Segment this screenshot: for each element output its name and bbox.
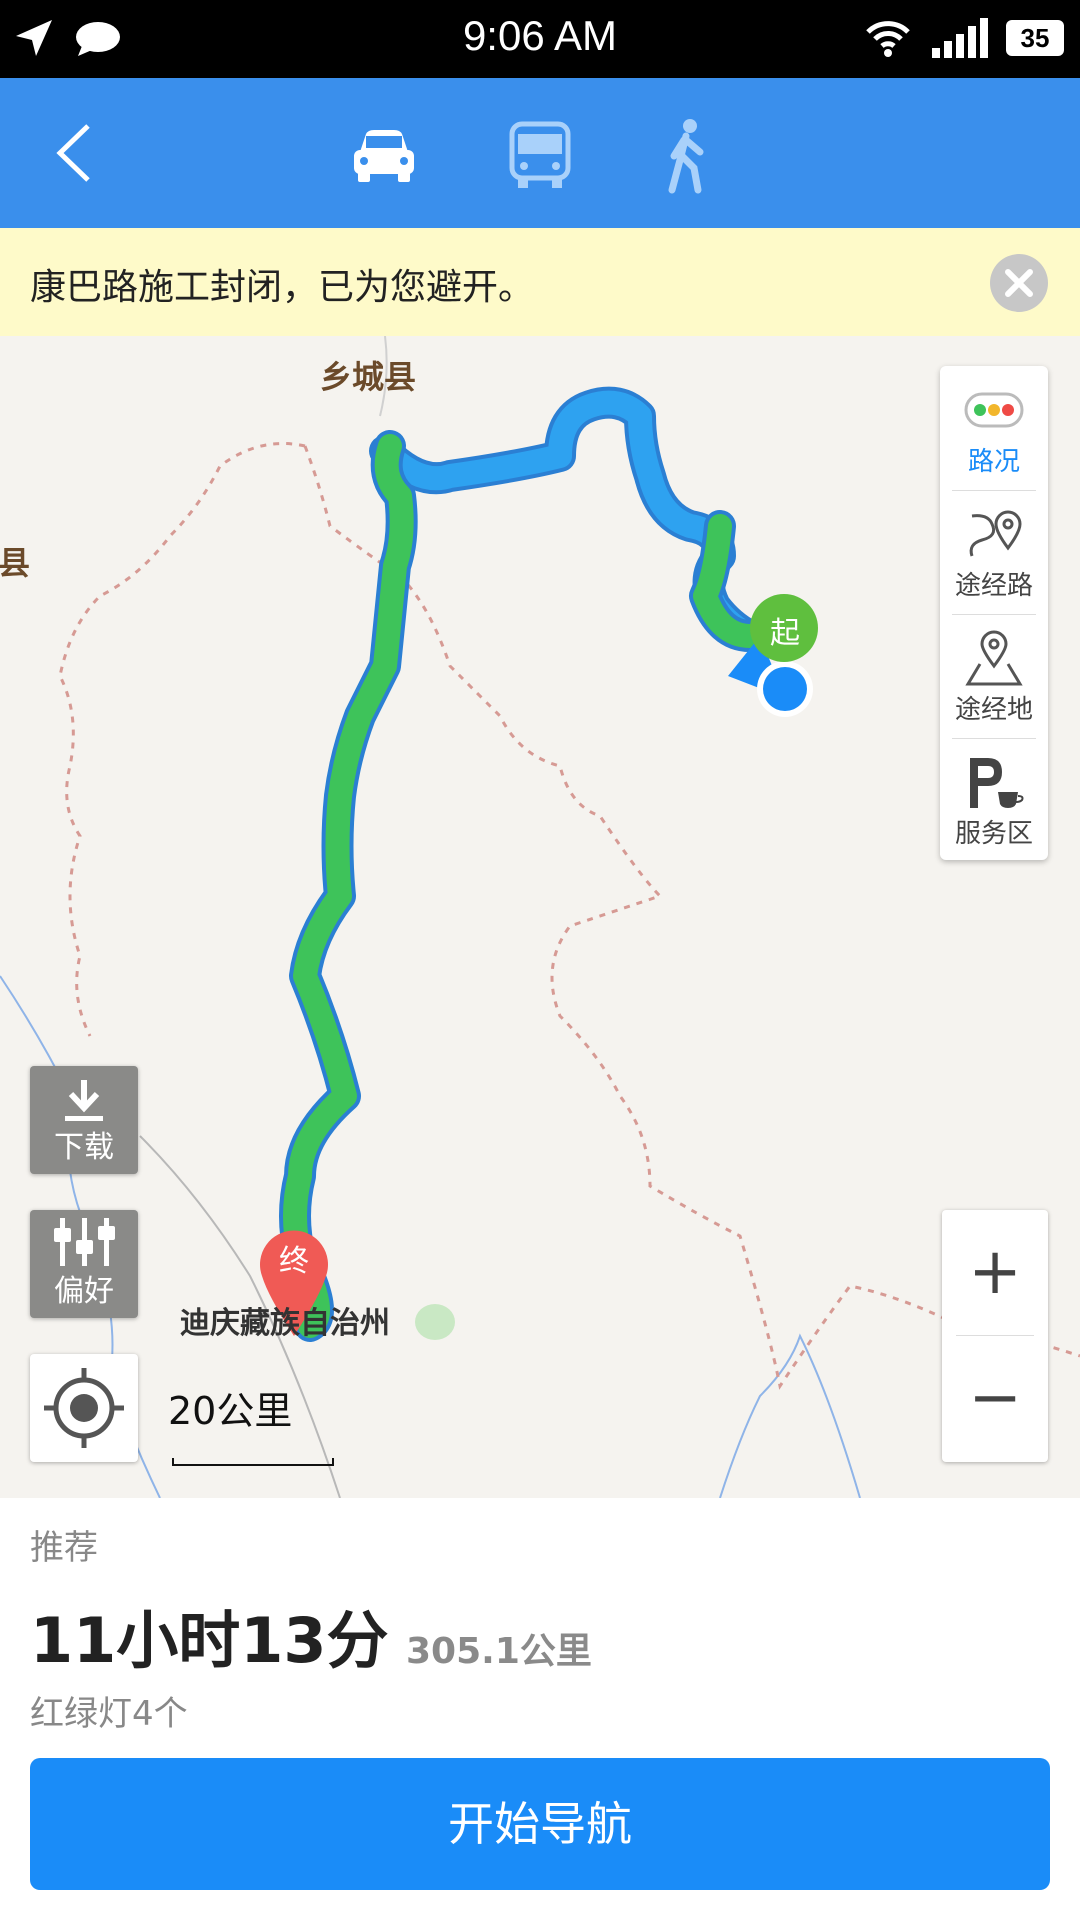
traffic-light-icon — [964, 392, 1024, 428]
via-road-label: 途经路 — [954, 571, 1033, 601]
traffic-label: 路况 — [967, 447, 1020, 477]
traffic-button[interactable]: 路况 — [940, 366, 1048, 490]
route-tag: 推荐 — [30, 1528, 98, 1568]
map-canvas[interactable] — [0, 336, 1080, 1498]
route-summary: 推荐 11小时13分 305.1公里 红绿灯4个 开始导航 — [0, 1498, 1080, 1920]
route-map[interactable]: 乡城县 县 迪庆藏族自治州 起 终 路况 途经路 途经地 服务区 下载 偏好 2… — [0, 336, 1080, 1498]
status-bar: 9:06 AM 35 — [0, 0, 1080, 78]
traffic-light-count: 红绿灯4个 — [30, 1694, 188, 1734]
via-place-button[interactable]: 途经地 — [940, 614, 1048, 738]
route-duration: 11小时13分 — [30, 1604, 389, 1677]
current-location-dot — [763, 667, 807, 711]
zoom-control: + − — [942, 1210, 1048, 1462]
via-place-icon — [965, 630, 1023, 686]
back-icon[interactable] — [50, 122, 98, 184]
download-button[interactable]: 下载 — [30, 1066, 138, 1174]
end-marker-label: 终 — [279, 1244, 309, 1279]
bus-mode-icon[interactable] — [500, 116, 580, 196]
clock: 9:06 AM — [462, 12, 618, 59]
download-label: 下载 — [54, 1130, 114, 1165]
battery-indicator: 35 — [1006, 20, 1064, 56]
service-area-label: 服务区 — [954, 819, 1033, 849]
mode-bar — [0, 78, 1080, 228]
start-navigation-button[interactable]: 开始导航 — [30, 1758, 1050, 1890]
route-distance: 305.1公里 — [406, 1631, 592, 1672]
destination-label: 迪庆藏族自治州 — [180, 1306, 390, 1341]
via-road-button[interactable]: 途经路 — [940, 490, 1048, 614]
wifi-icon — [866, 21, 910, 57]
locate-icon — [44, 1368, 124, 1448]
zoom-in-button[interactable]: + — [942, 1210, 1048, 1335]
via-place-label: 途经地 — [954, 695, 1033, 725]
service-area-icon — [970, 758, 1024, 808]
signal-icon — [932, 18, 988, 58]
route-options-panel: 路况 途经路 途经地 服务区 — [940, 366, 1048, 860]
car-mode-icon[interactable] — [344, 116, 424, 196]
road-closure-notice: 康巴路施工封闭，已为您避开。 — [0, 228, 1080, 336]
locate-button[interactable] — [30, 1354, 138, 1462]
settings-sliders-icon — [54, 1218, 115, 1266]
download-icon — [65, 1080, 103, 1121]
preference-label: 偏好 — [54, 1274, 114, 1309]
county-label-north: 乡城县 — [320, 358, 417, 396]
notice-close-button[interactable] — [990, 254, 1048, 312]
zoom-out-button[interactable]: − — [942, 1336, 1048, 1461]
service-area-button[interactable]: 服务区 — [940, 738, 1048, 862]
scale-label: 20公里 — [168, 1389, 293, 1433]
via-road-icon — [969, 510, 1022, 557]
scale-bar — [172, 1458, 334, 1466]
park-area — [415, 1304, 455, 1340]
close-icon — [1005, 269, 1033, 297]
preference-button[interactable]: 偏好 — [30, 1210, 138, 1318]
notice-text: 康巴路施工封闭，已为您避开。 — [30, 267, 535, 308]
county-label-west: 县 — [0, 544, 31, 582]
start-marker-label: 起 — [770, 616, 800, 651]
walk-mode-icon[interactable] — [648, 116, 728, 196]
